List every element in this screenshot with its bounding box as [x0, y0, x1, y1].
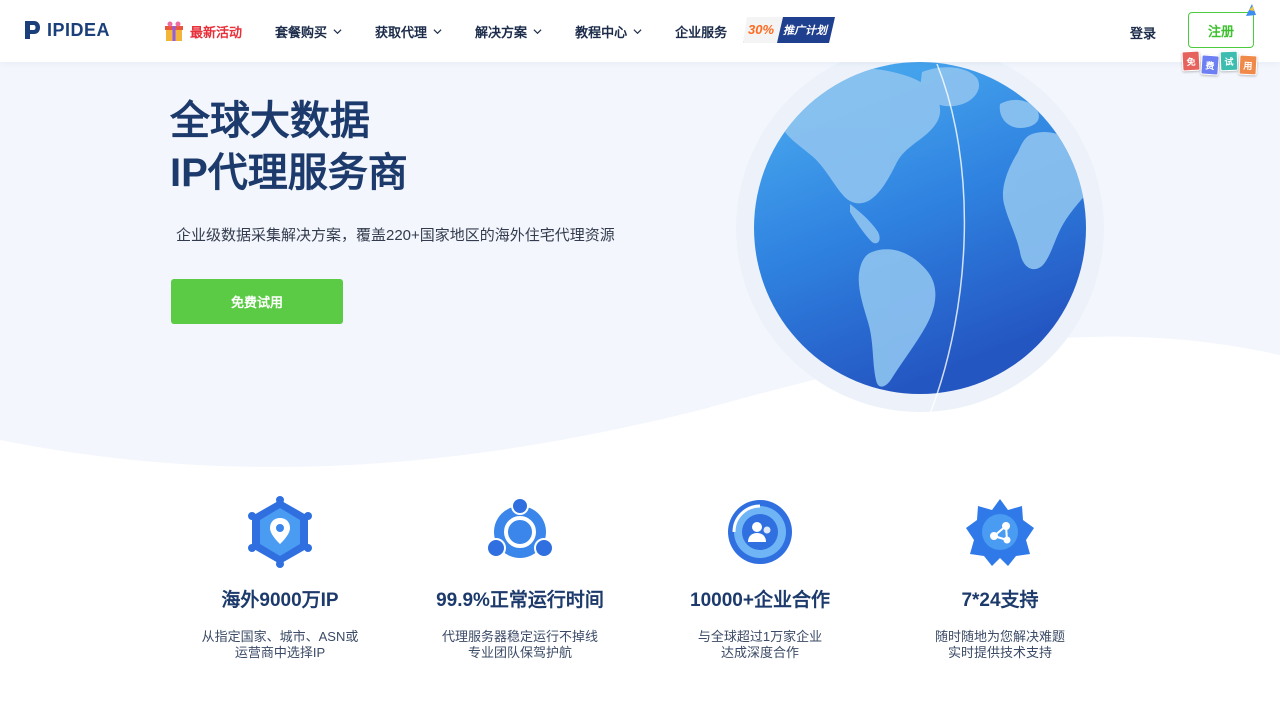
- globe-illustration: [736, 44, 1104, 415]
- promo-label: 推广计划: [783, 24, 829, 37]
- hero-title-line2: IP代理服务商: [170, 151, 408, 195]
- menu-solutions-label: 解决方案: [475, 24, 528, 40]
- feature-title: 海外9000万IP: [221, 590, 339, 611]
- menu-packages[interactable]: 套餐购买: [275, 22, 342, 41]
- main-menu: 最新活动 套餐购买 获取代理 解决方案 教程中心 企业服务: [164, 0, 760, 62]
- feature-card: 7*24支持 随时随地为您解决难题 实时提供技术支持: [880, 496, 1120, 661]
- feature-desc: 代理服务器稳定运行不掉线 专业团队保驾护航: [441, 629, 598, 660]
- menu-get-proxy-label: 获取代理: [375, 24, 428, 40]
- hero-title-line1: 全球大数据: [170, 99, 370, 143]
- party-hat-icon: [1246, 4, 1256, 16]
- hero-title: 全球大数据 IP代理服务商: [170, 95, 408, 199]
- register-button[interactable]: 注册: [1188, 12, 1254, 48]
- chevron-down-icon: [633, 28, 642, 34]
- enterprise-users-icon: [728, 500, 792, 564]
- menu-solutions[interactable]: 解决方案: [475, 22, 542, 41]
- feature-card: 99.9%正常运行时间 代理服务器稳定运行不掉线 专业团队保驾护航: [400, 496, 640, 661]
- menu-tutorials[interactable]: 教程中心: [575, 22, 642, 41]
- menu-enterprise[interactable]: 企业服务: [675, 22, 727, 41]
- menu-latest-events-label: 最新活动: [190, 24, 243, 40]
- feature-desc: 从指定国家、城市、ASN或 运营商中选择IP: [201, 629, 359, 660]
- feature-title: 7*24支持: [961, 590, 1039, 611]
- free-tag: 费: [1200, 54, 1220, 76]
- network-nodes-icon: [486, 497, 554, 558]
- feature-desc: 与全球超过1万家企业 达成深度合作: [697, 629, 823, 660]
- brand-logo[interactable]: IPIDEA: [23, 19, 110, 41]
- login-link[interactable]: 登录: [1130, 23, 1156, 42]
- menu-get-proxy[interactable]: 获取代理: [375, 22, 442, 41]
- free-tag: 用: [1238, 54, 1258, 76]
- menu-latest-events[interactable]: 最新活动: [164, 20, 242, 42]
- feature-card: 海外9000万IP 从指定国家、城市、ASN或 运营商中选择IP: [160, 496, 400, 661]
- menu-tutorials-label: 教程中心: [575, 24, 628, 40]
- promo-plan-banner[interactable]: 30% 推广计划: [743, 15, 835, 45]
- feature-desc: 随时随地为您解决难题 实时提供技术支持: [934, 629, 1065, 660]
- top-navigation: IPIDEA 最新活动 套餐购买 获取代理 解决方案 教程中心 企业服务 30%…: [0, 0, 1280, 62]
- chevron-down-icon: [433, 28, 442, 34]
- support-gear-icon: [966, 499, 1034, 566]
- features-row: 海外9000万IP 从指定国家、城市、ASN或 运营商中选择IP 99.9%正常…: [160, 496, 1120, 661]
- menu-enterprise-label: 企业服务: [675, 24, 728, 40]
- brand-name: IPIDEA: [47, 19, 111, 40]
- menu-packages-label: 套餐购买: [275, 24, 328, 40]
- free-tag: 试: [1219, 50, 1239, 72]
- free-trial-tags[interactable]: 免 费 试 用: [1181, 50, 1258, 76]
- feature-title: 99.9%正常运行时间: [436, 590, 604, 611]
- free-tag: 免: [1181, 50, 1201, 72]
- chevron-down-icon: [533, 28, 542, 34]
- feature-card: 10000+企业合作 与全球超过1万家企业 达成深度合作: [640, 496, 880, 661]
- chevron-down-icon: [333, 28, 342, 34]
- gift-icon: [165, 21, 183, 41]
- hero-subtitle: 企业级数据采集解决方案，覆盖220+国家地区的海外住宅代理资源: [176, 227, 615, 244]
- feature-title: 10000+企业合作: [690, 590, 830, 611]
- promo-badge: 30%: [748, 22, 774, 37]
- logo-mark-icon: [25, 21, 40, 39]
- free-trial-button[interactable]: 免费试用: [171, 279, 343, 324]
- location-hex-icon: [248, 496, 312, 568]
